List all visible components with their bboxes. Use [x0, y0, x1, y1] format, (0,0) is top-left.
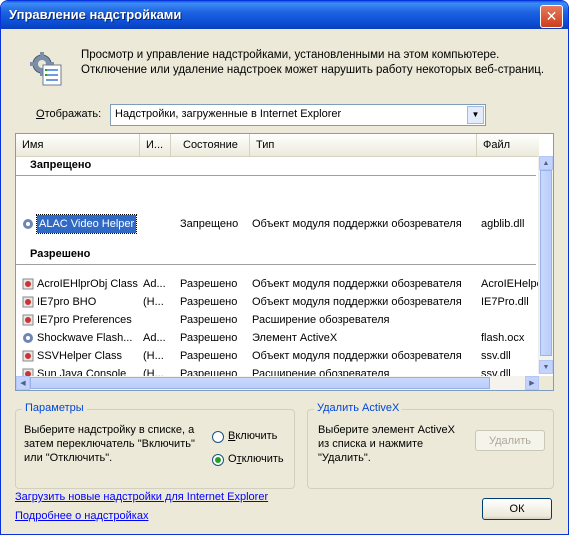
- show-dropdown-value: Надстройки, загруженные в Internet Explo…: [115, 108, 342, 120]
- chevron-down-icon[interactable]: ▼: [467, 106, 484, 124]
- more-info-link[interactable]: Подробнее о надстройках: [15, 510, 148, 522]
- addon-file: flash.ocx: [481, 332, 525, 344]
- addon-gear-icon: [23, 333, 33, 343]
- addon-type: Объект модуля поддержки обозревателя: [252, 278, 462, 290]
- disable-label[interactable]: Отключить: [228, 453, 284, 465]
- table-row[interactable]: AcroIEHlprObj Class Ad... Разрешено Объе…: [16, 275, 538, 293]
- scroll-corner: [539, 376, 553, 390]
- window-title: Управление надстройками: [9, 7, 182, 22]
- addon-status: Разрешено: [180, 332, 238, 344]
- addon-type: Расширение обозревателя: [252, 314, 390, 326]
- header-description: Просмотр и управление надстройками, уста…: [81, 49, 545, 76]
- addon-name: AcroIEHlprObj Class: [37, 278, 138, 290]
- addon-name: SSVHelper Class: [37, 350, 122, 362]
- horizontal-scrollbar[interactable]: ◀ ▶: [16, 376, 539, 390]
- scroll-right-icon[interactable]: ▶: [525, 376, 539, 390]
- ok-button[interactable]: ОК: [482, 498, 552, 520]
- column-file[interactable]: Файл: [477, 134, 545, 156]
- show-dropdown[interactable]: Надстройки, загруженные в Internet Explo…: [110, 104, 486, 126]
- addon-gear-icon: [23, 219, 33, 229]
- addon-type: Объект модуля поддержки обозревателя: [252, 218, 462, 230]
- activex-text: Выберите элемент ActiveX из списка и наж…: [318, 424, 455, 464]
- group-header-disabled: Запрещено: [16, 159, 550, 176]
- addon-plugin-icon: [22, 314, 34, 326]
- addon-publisher: (Н...: [143, 350, 164, 362]
- horizontal-scroll-thumb[interactable]: [30, 377, 490, 389]
- list-header: Имя И... Состояние Тип Файл: [16, 134, 539, 157]
- addons-dialog: Управление надстройками ✕ Просмотр и упр…: [0, 0, 569, 535]
- vertical-scroll-thumb[interactable]: [540, 170, 552, 356]
- scroll-down-icon[interactable]: ▼: [539, 360, 553, 374]
- table-row[interactable]: SSVHelper Class (Н... Разрешено Объект м…: [16, 347, 538, 365]
- addon-type: Объект модуля поддержки обозревателя: [252, 350, 462, 362]
- group-label: Разрешено: [30, 248, 91, 260]
- enable-label[interactable]: Включить: [228, 430, 277, 442]
- show-label: Отображать:: [36, 108, 102, 120]
- table-row[interactable]: Shockwave Flash... Ad... Разрешено Элеме…: [16, 329, 538, 347]
- settings-group: Параметры Выберите надстройку в списке, …: [15, 402, 295, 489]
- addon-file: agblib.dll: [481, 218, 525, 230]
- vertical-scrollbar[interactable]: ▲ ▼: [538, 156, 553, 374]
- table-row[interactable]: IE7pro Preferences Разрешено Расширение …: [16, 311, 538, 329]
- enable-radio[interactable]: [212, 431, 224, 443]
- group-divider: [16, 264, 536, 265]
- disable-radio[interactable]: [212, 454, 224, 466]
- addon-status: Разрешено: [180, 314, 238, 326]
- column-status[interactable]: Состояние: [177, 134, 250, 156]
- addons-list[interactable]: Имя И... Состояние Тип Файл Запрещено AL…: [15, 133, 554, 391]
- addon-name: Shockwave Flash...: [37, 332, 133, 344]
- dialog-body: Просмотр и управление надстройками, уста…: [1, 29, 568, 534]
- delete-button[interactable]: Удалить: [475, 430, 545, 451]
- addon-publisher: Ad...: [143, 278, 166, 290]
- column-publisher[interactable]: И...: [140, 134, 171, 156]
- title-bar[interactable]: Управление надстройками ✕: [1, 1, 568, 29]
- addon-type: Элемент ActiveX: [252, 332, 338, 344]
- addon-name: IE7pro Preferences: [37, 314, 132, 326]
- addon-publisher: Ad...: [143, 332, 166, 344]
- table-row[interactable]: ALAC Video Helper Запрещено Объект модул…: [16, 214, 538, 234]
- group-header-enabled: Разрешено: [16, 248, 550, 265]
- addon-publisher: (Н...: [143, 296, 164, 308]
- activex-title: Удалить ActiveX: [314, 402, 403, 414]
- addon-status: Разрешено: [180, 296, 238, 308]
- column-type[interactable]: Тип: [250, 134, 477, 156]
- addon-status: Разрешено: [180, 278, 238, 290]
- addon-file: IE7Pro.dll: [481, 296, 529, 308]
- addon-name: ALAC Video Helper: [35, 214, 138, 234]
- addon-name: IE7pro BHO: [37, 296, 97, 308]
- addon-plugin-icon: [22, 278, 34, 290]
- scroll-up-icon[interactable]: ▲: [539, 156, 553, 170]
- addon-file: ssv.dll: [481, 350, 511, 362]
- settings-text: Выберите надстройку в списке, а затем пе…: [24, 424, 195, 464]
- addon-file: AcroIEHelpe: [481, 278, 538, 290]
- activex-group: Удалить ActiveX Выберите элемент ActiveX…: [307, 402, 554, 489]
- column-name[interactable]: Имя: [16, 134, 140, 156]
- addons-gear-icon: [30, 52, 62, 86]
- group-label: Запрещено: [30, 159, 92, 171]
- group-divider: [16, 175, 536, 176]
- addon-plugin-icon: [22, 296, 34, 308]
- addon-status: Запрещено: [180, 218, 239, 230]
- table-row[interactable]: IE7pro BHO (Н... Разрешено Объект модуля…: [16, 293, 538, 311]
- close-icon[interactable]: ✕: [540, 5, 563, 28]
- addon-status: Разрешено: [180, 350, 238, 362]
- settings-title: Параметры: [22, 402, 87, 414]
- scroll-left-icon[interactable]: ◀: [16, 376, 30, 390]
- addon-type: Объект модуля поддержки обозревателя: [252, 296, 462, 308]
- download-addons-link[interactable]: Загрузить новые надстройки для Internet …: [15, 491, 268, 503]
- addon-plugin-icon: [22, 350, 34, 362]
